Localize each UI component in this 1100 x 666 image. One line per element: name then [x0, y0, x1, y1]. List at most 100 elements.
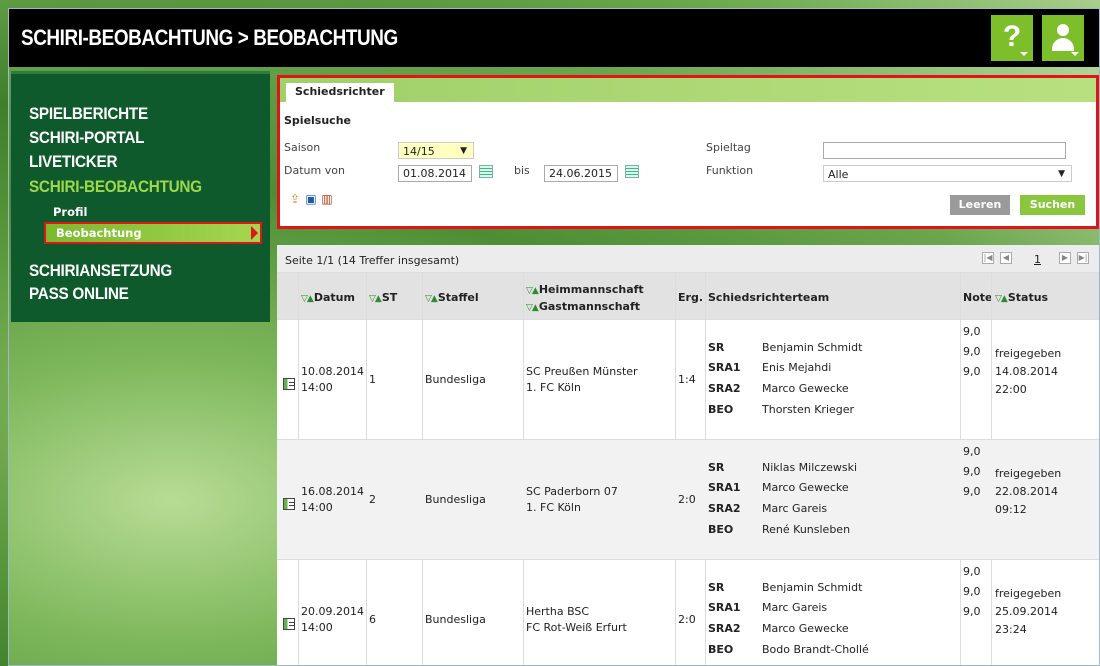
row-away: FC Rot-Weiß Erfurt — [526, 621, 627, 634]
chevron-down-icon — [1071, 52, 1079, 56]
col-st[interactable]: ▽▲ST — [369, 291, 397, 304]
row-staffel: Bundesliga — [425, 613, 486, 626]
help-icon: ? — [1002, 20, 1022, 53]
row-date: 20.09.2014 — [301, 605, 364, 618]
col-gastmannschaft[interactable]: ▽▲Gastmannschaft — [526, 300, 640, 313]
calendar-icon[interactable] — [625, 165, 639, 178]
row-st: 2 — [369, 493, 376, 506]
row-note: 9,0 — [963, 325, 981, 338]
sidebar-subitem-profil[interactable]: Profil — [53, 205, 87, 219]
datum-von-input[interactable]: 01.08.2014 — [398, 165, 472, 182]
team-name: Marco Gewecke — [762, 622, 849, 635]
row-st: 1 — [369, 373, 376, 386]
first-page-icon[interactable]: |◀ — [982, 252, 994, 264]
row-status: freigegeben — [995, 467, 1062, 480]
row-note: 9,0 — [963, 485, 981, 498]
row-staffel: Bundesliga — [425, 373, 486, 386]
next-page-icon[interactable]: ▶ — [1059, 252, 1071, 264]
chevron-down-icon: ▼ — [460, 146, 467, 156]
row-note: 9,0 — [963, 345, 981, 358]
tab-schiedsrichter[interactable]: Schiedsrichter — [286, 83, 394, 102]
app-frame: SCHIRI-BEOBACHTUNG > BEOBACHTUNG ? SPIEL… — [8, 8, 1100, 666]
team-name: Benjamin Schmidt — [762, 581, 863, 594]
delete-icon[interactable]: ▥ — [320, 192, 334, 206]
col-staffel[interactable]: ▽▲Staffel — [425, 291, 479, 304]
leeren-button[interactable]: Leeren — [950, 195, 1010, 215]
sidebar-item-liveticker[interactable]: LIVETICKER — [29, 152, 118, 172]
col-status[interactable]: ▽▲Status — [995, 291, 1048, 304]
col-heimmannschaft[interactable]: ▽▲Heimmannschaft — [526, 283, 644, 296]
row-away: 1. FC Köln — [526, 381, 581, 394]
top-bar: SCHIRI-BEOBACHTUNG > BEOBACHTUNG ? — [9, 9, 1099, 67]
suchen-button[interactable]: Suchen — [1020, 195, 1085, 215]
row-erg: 1:4 — [678, 373, 696, 386]
row-note: 9,0 — [963, 585, 981, 598]
export-icon[interactable]: ⇪ — [288, 192, 302, 206]
funktion-select[interactable]: Alle ▼ — [823, 165, 1072, 182]
row-st: 6 — [369, 613, 376, 626]
chevron-down-icon: ▼ — [1058, 169, 1065, 179]
sidebar-subitem-beobachtung[interactable]: Beobachtung — [44, 222, 262, 244]
sidebar-item-schiri-portal[interactable]: SCHIRI-PORTAL — [29, 128, 144, 148]
row-time: 14:00 — [301, 381, 333, 394]
team-role: SRA1 — [708, 481, 741, 494]
row-status-time: 22:00 — [995, 383, 1027, 396]
sidebar-item-spielberichte[interactable]: SPIELBERICHTE — [29, 104, 148, 124]
datum-von-label: Datum von — [284, 164, 345, 177]
funktion-label: Funktion — [706, 164, 754, 177]
col-note: Note — [963, 291, 993, 304]
row-home: SC Paderborn 07 — [526, 485, 618, 498]
team-role: SRA1 — [708, 601, 741, 614]
team-role: SRA1 — [708, 361, 741, 374]
save-icon[interactable]: ▣ — [304, 192, 318, 206]
team-role: BEO — [708, 403, 734, 416]
sidebar-item-schiriansetzung[interactable]: SCHIRIANSETZUNG — [29, 261, 172, 281]
team-role: SR — [708, 461, 725, 474]
team-name: Marc Gareis — [762, 502, 828, 515]
team-role: SRA2 — [708, 502, 741, 515]
help-button[interactable]: ? — [991, 15, 1033, 61]
table-header: ▽▲Datum ▽▲ST ▽▲Staffel ▽▲Heimmannschaft … — [277, 273, 1099, 319]
table-row[interactable]: 10.08.2014 14:00 1 Bundesliga SC Preußen… — [277, 319, 1099, 439]
saison-label: Saison — [284, 141, 321, 154]
row-date: 16.08.2014 — [301, 485, 364, 498]
col-erg: Erg. — [678, 291, 703, 304]
row-note: 9,0 — [963, 465, 981, 478]
team-name: Niklas Milczewski — [762, 461, 858, 474]
row-erg: 2:0 — [678, 613, 696, 626]
row-status-date: 22.08.2014 — [995, 485, 1058, 498]
table-row[interactable]: 20.09.2014 14:00 6 Bundesliga Hertha BSC… — [277, 559, 1099, 665]
row-note: 9,0 — [963, 365, 981, 378]
last-page-icon[interactable]: ▶| — [1077, 252, 1089, 264]
datum-bis-input[interactable]: 24.06.2015 — [544, 165, 618, 182]
saison-select[interactable]: 14/15 ▼ — [398, 142, 474, 159]
row-status-date: 25.09.2014 — [995, 605, 1058, 618]
team-role: BEO — [708, 523, 734, 536]
row-time: 14:00 — [301, 501, 333, 514]
team-name: Marco Gewecke — [762, 481, 849, 494]
calendar-icon[interactable] — [479, 165, 493, 178]
team-name: Bodo Brandt-Chollé — [762, 643, 869, 656]
page-title: SCHIRI-BEOBACHTUNG > BEOBACHTUNG — [21, 25, 398, 50]
chevron-down-icon — [1020, 52, 1028, 56]
report-icon[interactable] — [283, 498, 295, 510]
row-status-date: 14.08.2014 — [995, 365, 1058, 378]
row-erg: 2:0 — [678, 493, 696, 506]
spieltag-label: Spieltag — [706, 141, 751, 154]
report-icon[interactable] — [283, 618, 295, 630]
section-title: Spielsuche — [284, 114, 351, 127]
user-menu-button[interactable] — [1042, 15, 1084, 61]
report-icon[interactable] — [283, 378, 295, 390]
col-datum[interactable]: ▽▲Datum — [301, 291, 355, 304]
team-name: René Kunsleben — [762, 523, 851, 536]
row-staffel: Bundesliga — [425, 493, 486, 506]
saison-value: 14/15 — [403, 145, 435, 158]
spieltag-input[interactable] — [823, 142, 1066, 159]
row-note: 9,0 — [963, 605, 981, 618]
funktion-value: Alle — [828, 168, 849, 181]
sidebar-item-pass-online[interactable]: PASS ONLINE — [29, 284, 129, 304]
prev-page-icon[interactable]: ◀ — [1000, 252, 1012, 264]
sidebar-item-schiri-beobachtung[interactable]: SCHIRI-BEOBACHTUNG — [29, 177, 202, 197]
page-number-link[interactable]: 1 — [1034, 253, 1041, 266]
table-row[interactable]: 16.08.2014 14:00 2 Bundesliga SC Paderbo… — [277, 439, 1099, 559]
